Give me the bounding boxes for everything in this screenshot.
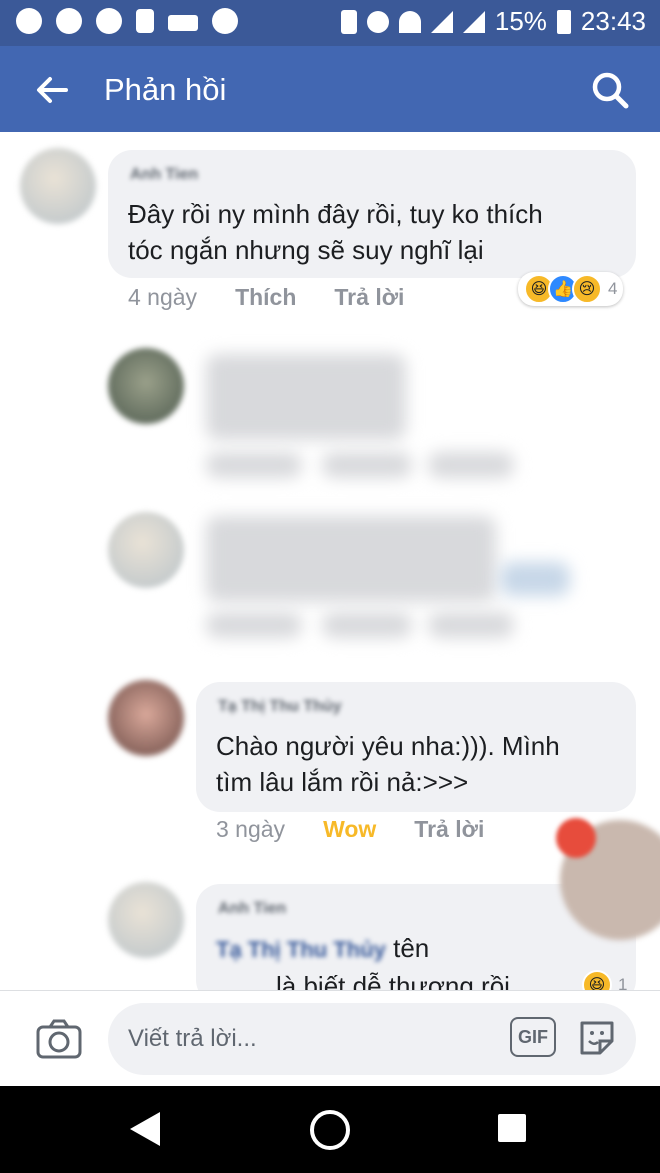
camera-icon[interactable] [36, 1019, 82, 1059]
blurred-meta [206, 612, 302, 638]
sticker-icon[interactable] [576, 1017, 618, 1059]
comment-list: Anh Tien Đây rồi ny mình đây rồi, tuy ko… [0, 132, 660, 990]
blurred-comment [206, 354, 406, 440]
reply-input[interactable]: Viết trả lời... GIF [108, 1003, 636, 1075]
avatar[interactable] [108, 512, 184, 588]
comment-text-line: Chào người yêu nha:))). Mình [216, 731, 560, 761]
comment-bubble[interactable]: Tạ Thị Thu Thủy Chào người yêu nha:))). … [196, 682, 636, 812]
like-button[interactable]: Thích [235, 284, 296, 311]
page-title: Phản hồi [104, 72, 227, 107]
chat-head-badge [556, 818, 596, 858]
comment-text-fragment: tên [393, 933, 430, 963]
battery-percent: 15% [494, 6, 547, 36]
messenger-icon [212, 8, 238, 34]
comment-text: Tạ Thị Thu Thủy tên là biết dễ thương rồ… [216, 930, 636, 990]
avatar[interactable] [20, 148, 96, 224]
comment-text-line: Đây rồi ny mình đây rồi, tuy ko thích [128, 199, 543, 229]
sad-icon: 😢 [572, 274, 602, 304]
app-bar: Phản hồi [0, 46, 660, 132]
comment-actions: 4 ngày Thích Trả lời [128, 284, 404, 311]
reaction-summary[interactable]: 😆 1 [576, 968, 633, 990]
wifi-icon [398, 10, 421, 33]
search-icon[interactable] [590, 70, 630, 110]
reply-button[interactable]: Trả lời [414, 816, 484, 843]
reply-placeholder: Viết trả lời... [128, 1025, 257, 1052]
blurred-meta [322, 452, 412, 478]
vibrate-icon [340, 9, 357, 34]
do-not-disturb-icon [96, 8, 122, 34]
blurred-meta [428, 452, 514, 478]
status-bar: 15% 23:43 [0, 0, 660, 46]
signal-icon [462, 10, 485, 33]
avatar[interactable] [108, 348, 184, 424]
back-arrow-icon[interactable] [32, 70, 72, 110]
system-nav-bar [0, 1086, 660, 1173]
blurred-meta [322, 612, 412, 638]
comment-time: 4 ngày [128, 284, 198, 310]
nav-back-icon[interactable] [130, 1112, 160, 1146]
avatar[interactable] [108, 882, 184, 958]
comment-text-line: Tạ Thị Thu Thủy tên [216, 930, 636, 968]
gif-button[interactable]: GIF [510, 1017, 556, 1057]
system-icons: 15% 23:43 [340, 6, 646, 37]
comment-time: 3 ngày [216, 816, 286, 842]
comment-author[interactable]: Tạ Thị Thu Thủy [218, 698, 342, 716]
messenger-icon [56, 8, 82, 34]
nav-home-icon[interactable] [310, 1110, 350, 1150]
reply-button[interactable]: Trả lời [334, 284, 404, 311]
avatar[interactable] [108, 680, 184, 756]
comment-text: Đây rồi ny mình đây rồi, tuy ko thích tó… [128, 196, 543, 268]
notification-icons [16, 8, 238, 34]
comment-text: Chào người yêu nha:))). Mình tìm lâu lắm… [216, 728, 560, 800]
comment-text-line: tìm lâu lắm rồi nả:>>> [216, 767, 469, 797]
comment-author[interactable]: Anh Tien [130, 166, 198, 184]
signal-icon [430, 10, 453, 33]
comment-text-line: là biết dễ thương rồi [276, 971, 510, 990]
alarm-icon [366, 10, 389, 33]
blurred-reactions [500, 562, 570, 596]
haha-icon: 😆 [582, 970, 612, 990]
zalo-icon [136, 9, 154, 33]
wow-reaction-button[interactable]: Wow [323, 816, 376, 843]
blurred-comment [206, 516, 496, 602]
reply-composer: Viết trả lời... GIF [0, 990, 660, 1086]
comment-bubble[interactable]: Anh Tien Đây rồi ny mình đây rồi, tuy ko… [108, 150, 636, 278]
blurred-meta [206, 452, 302, 478]
bed-icon [168, 15, 198, 31]
comment-author[interactable]: Anh Tien [218, 900, 286, 918]
clock: 23:43 [580, 6, 646, 36]
comment-actions: 3 ngày Wow Trả lời [216, 816, 484, 843]
blurred-meta [428, 612, 514, 638]
reaction-count: 1 [618, 975, 628, 990]
comment-text-line: tóc ngắn nhưng sẽ suy nghĩ lại [128, 235, 484, 265]
reaction-summary[interactable]: 😆 👍 😢 4 [518, 272, 624, 306]
mention-link[interactable]: Tạ Thị Thu Thủy [216, 937, 386, 962]
reaction-count: 4 [608, 279, 618, 298]
battery-icon [556, 9, 571, 34]
chrome-icon [16, 8, 42, 34]
nav-recents-icon[interactable] [498, 1114, 526, 1142]
